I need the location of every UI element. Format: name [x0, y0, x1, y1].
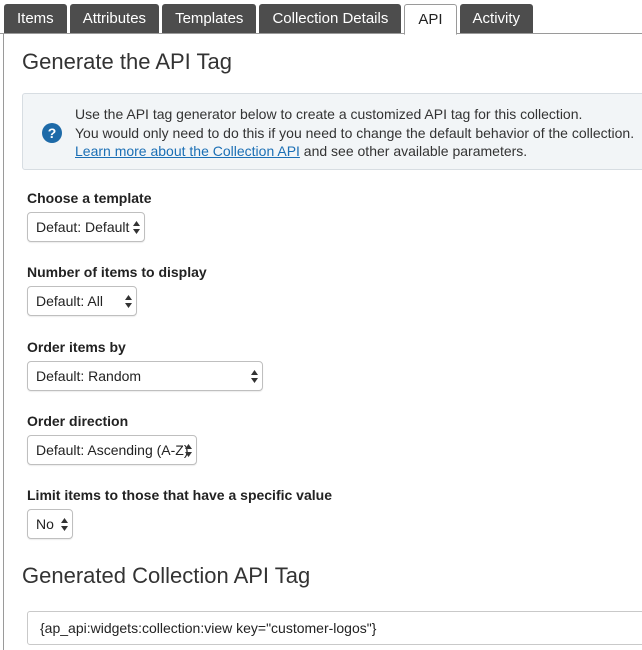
template-label: Choose a template — [27, 190, 152, 206]
select-arrows-icon — [185, 444, 192, 457]
info-line-3: Learn more about the Collection API and … — [75, 142, 634, 161]
order-by-select-value: Default: Random — [36, 368, 142, 384]
tab-attributes[interactable]: Attributes — [69, 4, 160, 34]
count-label: Number of items to display — [27, 264, 207, 280]
limit-label: Limit items to those that have a specifi… — [27, 487, 332, 503]
tab-templates[interactable]: Templates — [162, 4, 257, 34]
limit-select-value: No — [36, 516, 54, 532]
limit-select[interactable]: No — [27, 509, 73, 539]
generated-tag-field[interactable]: {ap_api:widgets:collection:view key="cus… — [27, 611, 642, 645]
direction-select-value: Default: Ascending (A-Z) — [36, 442, 189, 458]
api-panel: Generate the API Tag ? Use the API tag g… — [3, 34, 642, 650]
question-circle-icon: ? — [42, 123, 62, 143]
info-text: Use the API tag generator below to creat… — [75, 105, 634, 161]
tab-items[interactable]: Items — [4, 4, 67, 34]
select-arrows-icon — [251, 370, 258, 383]
template-select[interactable]: Defaut: Default — [27, 212, 145, 242]
tab-api[interactable]: API — [404, 4, 457, 35]
order-by-select[interactable]: Default: Random — [27, 361, 263, 391]
generated-tag-title: Generated Collection API Tag — [22, 563, 311, 588]
collection-api-link[interactable]: Learn more about the Collection API — [75, 143, 300, 159]
info-line-3-rest: and see other available parameters. — [299, 143, 528, 159]
direction-select[interactable]: Default: Ascending (A-Z) — [27, 435, 197, 465]
info-box: ? Use the API tag generator below to cre… — [22, 93, 642, 170]
direction-label: Order direction — [27, 413, 129, 429]
tab-collection-details[interactable]: Collection Details — [259, 4, 402, 34]
template-select-value: Defaut: Default — [36, 219, 130, 235]
select-arrows-icon — [61, 518, 68, 531]
count-select-value: Default: All — [36, 293, 103, 309]
order-by-label: Order items by — [27, 339, 126, 355]
count-select[interactable]: Default: All — [27, 286, 137, 316]
tab-bar: Items Attributes Templates Collection De… — [0, 0, 642, 35]
generated-tag-value: {ap_api:widgets:collection:view key="cus… — [40, 620, 377, 636]
select-arrows-icon — [125, 295, 132, 308]
info-line-2: You would only need to do this if you ne… — [75, 124, 635, 141]
select-arrows-icon — [133, 221, 140, 234]
tab-activity[interactable]: Activity — [459, 4, 534, 34]
info-line-1: Use the API tag generator below to creat… — [75, 106, 583, 122]
page-title: Generate the API Tag — [22, 49, 232, 74]
